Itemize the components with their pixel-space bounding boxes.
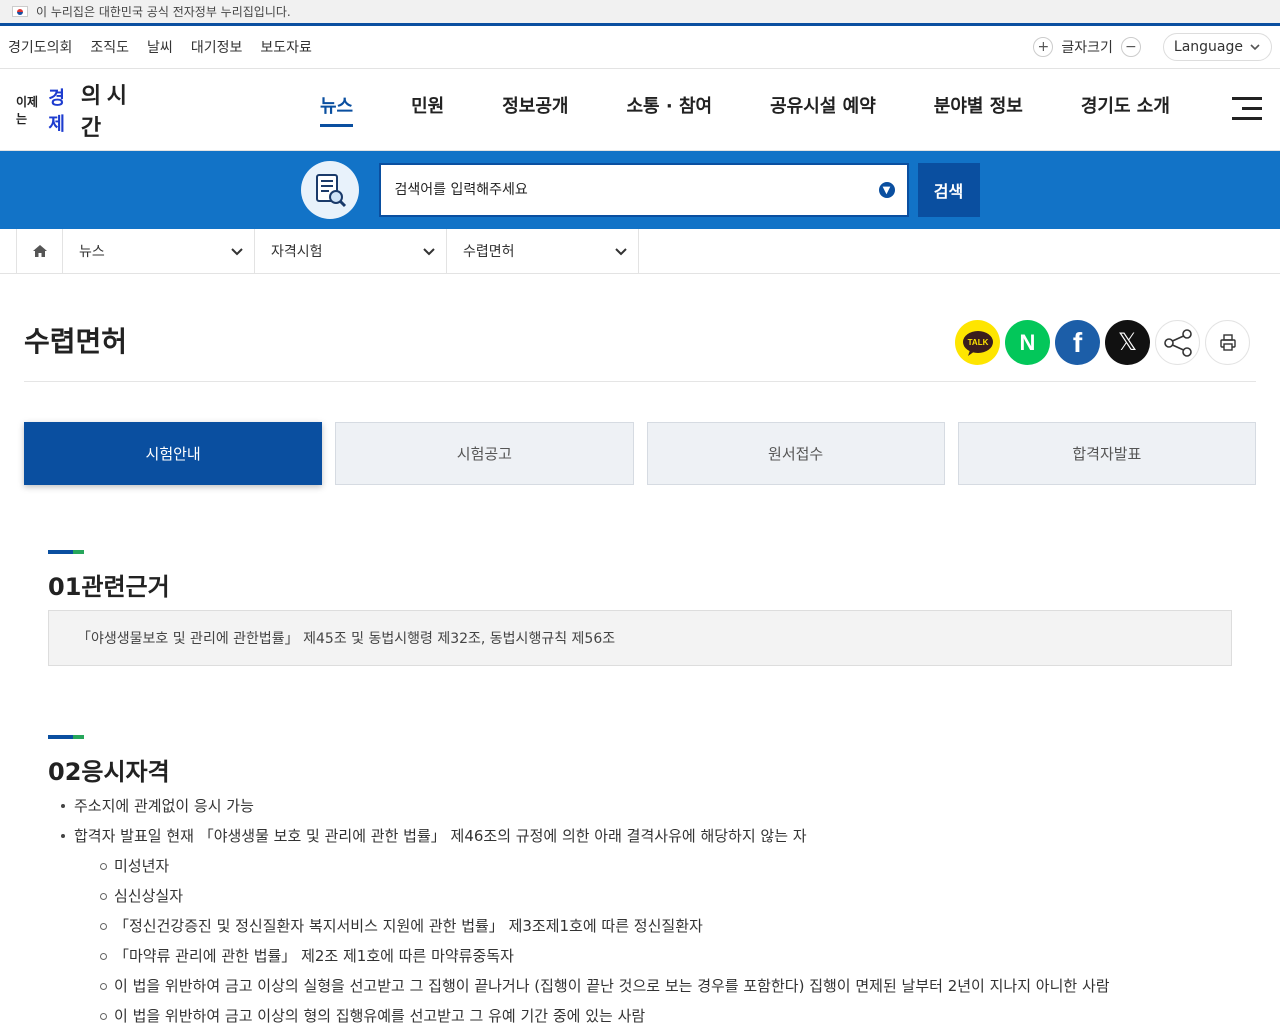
breadcrumb: 뉴스 자격시험 수렵면허	[0, 229, 1280, 274]
print-button[interactable]	[1205, 320, 1250, 365]
search-input[interactable]	[392, 181, 879, 199]
breadcrumb-level2-label: 자격시험	[271, 244, 323, 260]
kakaotalk-icon-text: TALK	[967, 338, 988, 347]
section-title: 02응시자격	[48, 758, 170, 786]
x-share-button[interactable]: 𝕏	[1105, 320, 1150, 365]
util-link-org-chart[interactable]: 조직도	[90, 37, 129, 57]
sub-list-item: 「정신건강증진 및 정신질환자 복지서비스 지원에 관한 법률」 제3조제1호에…	[100, 911, 1232, 941]
search-dropdown-icon[interactable]: ▼	[878, 182, 895, 198]
share-button[interactable]	[1155, 320, 1200, 365]
chevron-down-icon	[1250, 44, 1260, 51]
menu-civil[interactable]: 민원	[411, 92, 444, 127]
font-size-label: 글자크기	[1061, 40, 1113, 56]
sub-list-item: 이 법을 위반하여 금고 이상의 실형을 선고받고 그 집행이 끝나거나 (집행…	[100, 971, 1232, 1001]
tab-exam-guide[interactable]: 시험안내	[24, 422, 323, 485]
x-icon: 𝕏	[1117, 329, 1138, 356]
search-band: ▼ 검색	[0, 151, 1280, 229]
kakaotalk-icon: TALK	[962, 330, 993, 356]
menu-info[interactable]: 정보공개	[502, 92, 568, 127]
util-link-weather[interactable]: 날씨	[147, 37, 173, 57]
section-legal-basis: 01관련근거 「야생생물보호 및 관리에 관한법률」 제45조 및 동법시행령 …	[48, 550, 1232, 666]
breadcrumb-level3[interactable]: 수렵면허	[447, 229, 639, 273]
utility-links: 경기도의회 조직도 날씨 대기정보 보도자료	[8, 37, 312, 57]
eligibility-list: 주소지에 관계없이 응시 가능 합격자 발표일 현재 「야생생물 보호 및 관리…	[48, 791, 1232, 851]
sub-list-item: 미성년자	[100, 851, 1232, 881]
korea-flag-icon	[12, 6, 28, 17]
menu-participation[interactable]: 소통 · 참여	[627, 92, 713, 127]
hamburger-menu-icon[interactable]	[1232, 97, 1262, 127]
logo-text-2: 경제	[48, 87, 65, 135]
font-size-control: + 글자크기 − Language	[1033, 33, 1272, 61]
main-menu: 뉴스 민원 정보공개 소통 · 참여 공유시설 예약 분야별 정보 경기도 소개	[320, 92, 1170, 127]
tab-exam-notice[interactable]: 시험공고	[335, 422, 634, 485]
legal-basis-text: 「야생생물보호 및 관리에 관한법률」 제45조 및 동법시행령 제32조, 동…	[77, 631, 616, 647]
title-row: 수렵면허 TALK N f 𝕏	[24, 274, 1256, 382]
search-button[interactable]: 검색	[917, 163, 980, 217]
sub-list-item: 심신상실자	[100, 881, 1232, 911]
section-marker	[48, 735, 84, 739]
breadcrumb-level2[interactable]: 자격시험	[255, 229, 447, 273]
section-eligibility: 02응시자격 주소지에 관계없이 응시 가능 합격자 발표일 현재 「야생생물 …	[48, 735, 1232, 1031]
site-logo[interactable]: 이제는 경제 의 시간	[0, 78, 140, 142]
breadcrumb-level1[interactable]: 뉴스	[63, 229, 255, 273]
logo-text-3: 의 시간	[80, 83, 127, 141]
facebook-share-button[interactable]: f	[1055, 320, 1100, 365]
tab-results[interactable]: 합격자발표	[957, 422, 1256, 485]
global-navigation: 이제는 경제 의 시간 뉴스 민원 정보공개 소통 · 참여 공유시설 예약 분…	[0, 69, 1280, 151]
menu-about[interactable]: 경기도 소개	[1081, 92, 1170, 127]
breadcrumb-level1-label: 뉴스	[79, 244, 105, 260]
breadcrumb-level3-label: 수렵면허	[463, 244, 515, 260]
facebook-icon: f	[1072, 326, 1083, 358]
sub-list-item: 「마약류 관리에 관한 법률」 제2조 제1호에 따른 마약류중독자	[100, 941, 1232, 971]
utility-bar: 경기도의회 조직도 날씨 대기정보 보도자료 + 글자크기 − Language	[0, 26, 1280, 69]
gov-notice-bar: 이 누리집은 대한민국 공식 전자정부 누리집입니다.	[0, 0, 1280, 26]
document-search-icon	[300, 161, 359, 219]
font-decrease-icon[interactable]: −	[1120, 37, 1141, 57]
list-item-text: 합격자 발표일 현재 「야생생물 보호 및 관리에 관한 법률」 제46조의 규…	[74, 827, 807, 845]
kakaotalk-share-button[interactable]: TALK	[955, 320, 1000, 365]
printer-icon	[1219, 333, 1236, 351]
list-item: 합격자 발표일 현재 「야생생물 보호 및 관리에 관한 법률」 제46조의 규…	[61, 821, 1232, 851]
sub-list-item: 이 법을 위반하여 금고 이상의 형의 집행유예를 선고받고 그 유예 기간 중…	[100, 1001, 1232, 1031]
naver-icon: N	[1019, 329, 1036, 355]
logo-text-1: 이제는	[16, 94, 39, 126]
menu-field-info[interactable]: 분야별 정보	[934, 92, 1023, 127]
legal-basis-box: 「야생생물보호 및 관리에 관한법률」 제45조 및 동법시행령 제32조, 동…	[48, 610, 1232, 666]
menu-facility[interactable]: 공유시설 예약	[770, 92, 876, 127]
tab-application[interactable]: 원서접수	[646, 422, 945, 485]
font-increase-icon[interactable]: +	[1033, 37, 1054, 57]
home-icon[interactable]	[16, 229, 63, 273]
util-link-council[interactable]: 경기도의회	[8, 37, 72, 57]
disqualification-list: 미성년자 심신상실자 「정신건강증진 및 정신질환자 복지서비스 지원에 관한 …	[74, 851, 1232, 1031]
share-buttons: TALK N f 𝕏	[955, 320, 1250, 365]
naver-share-button[interactable]: N	[1005, 320, 1050, 365]
chevron-down-icon	[423, 248, 435, 256]
share-icon	[1163, 328, 1192, 357]
util-link-air-quality[interactable]: 대기정보	[191, 37, 243, 57]
util-link-press[interactable]: 보도자료	[260, 37, 312, 57]
content-tabs: 시험안내 시험공고 원서접수 합격자발표	[24, 422, 1256, 485]
language-button[interactable]: Language	[1162, 33, 1272, 61]
chevron-down-icon	[231, 248, 243, 256]
section-title: 01관련근거	[48, 573, 170, 601]
menu-news[interactable]: 뉴스	[320, 92, 354, 127]
section-marker	[48, 550, 84, 554]
gov-notice-text: 이 누리집은 대한민국 공식 전자정부 누리집입니다.	[36, 5, 291, 19]
page-title: 수렵면허	[24, 325, 128, 358]
chevron-down-icon	[615, 248, 627, 256]
language-label: Language	[1173, 39, 1243, 55]
search-box: ▼	[378, 163, 909, 217]
list-item: 주소지에 관계없이 응시 가능	[61, 791, 1232, 821]
